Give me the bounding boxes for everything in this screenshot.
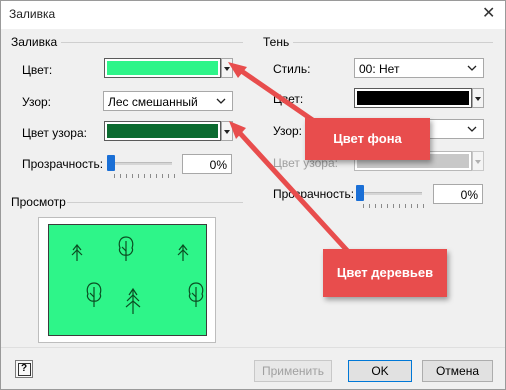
fill-pattern-value: Лес смешанный	[108, 95, 198, 109]
close-icon[interactable]: ✕	[482, 6, 495, 22]
shadow-transparency-slider-thumb[interactable]	[356, 185, 364, 201]
chevron-down-icon	[475, 97, 481, 101]
fill-pattern-label: Узор:	[22, 95, 51, 109]
slider-tick	[168, 174, 169, 178]
forest-pattern	[71, 236, 204, 314]
preview-canvas	[48, 224, 207, 336]
slider-tick	[399, 204, 400, 208]
slider-tick	[138, 174, 139, 178]
preview-section-title: Просмотр	[11, 195, 66, 209]
fill-pattern-color-picker[interactable]	[104, 121, 233, 141]
fill-dialog: Заливка ✕ Заливка Цвет: Узор: Лес смешан…	[0, 0, 506, 390]
slider-tick	[405, 204, 406, 208]
fill-color-swatch-frame	[104, 58, 221, 78]
shadow-pattern-label: Узор:	[273, 124, 302, 138]
fill-transparency-label: Прозрачность:	[22, 157, 104, 171]
shadow-color-swatch-frame	[354, 88, 472, 108]
fill-pattern-color-label: Цвет узора:	[22, 126, 87, 140]
slider-tick	[144, 174, 145, 178]
fill-color-swatch	[107, 61, 218, 75]
conifer-tree-icon	[177, 244, 189, 261]
conifer-tree-icon	[125, 287, 141, 314]
fill-pattern-color-swatch	[107, 124, 218, 138]
chevron-down-icon	[467, 126, 477, 132]
chevron-down-icon	[224, 130, 230, 134]
slider-tick	[156, 174, 157, 178]
slider-tick	[132, 174, 133, 178]
slider-tick	[120, 174, 121, 178]
slider-tick	[423, 204, 424, 208]
fill-section-divider	[61, 42, 243, 43]
shadow-transparency-track	[359, 192, 422, 195]
footer-divider	[1, 347, 505, 348]
deciduous-tree-icon	[86, 282, 102, 307]
apply-button[interactable]: Применить	[254, 360, 332, 382]
fill-section-title: Заливка	[11, 35, 58, 49]
help-icon: ?	[17, 363, 31, 376]
slider-tick	[363, 204, 364, 208]
fill-transparency-slider-thumb[interactable]	[107, 155, 115, 171]
shadow-style-label: Стиль:	[273, 62, 311, 76]
shadow-transparency-ticks	[363, 204, 424, 209]
shadow-style-value: 00: Нет	[359, 62, 400, 76]
fill-pattern-color-dropdown-button[interactable]	[221, 121, 233, 141]
fill-transparency-ticks	[114, 174, 175, 179]
shadow-color-picker[interactable]	[354, 88, 484, 108]
fill-color-dropdown-button[interactable]	[221, 58, 233, 78]
shadow-transparency-label: Прозрачность:	[273, 187, 355, 201]
title-bar: Заливка ✕	[1, 1, 505, 29]
shadow-section-divider	[293, 42, 493, 43]
fill-transparency-input[interactable]: 0%	[182, 154, 232, 174]
chevron-down-icon	[467, 65, 477, 71]
shadow-color-dropdown-button[interactable]	[472, 88, 484, 108]
fill-color-picker[interactable]	[104, 58, 233, 78]
cancel-button[interactable]: Отмена	[422, 360, 493, 382]
shadow-color-label: Цвет:	[273, 92, 304, 106]
chevron-down-icon	[216, 98, 226, 104]
chevron-down-icon	[224, 67, 230, 71]
fill-pattern-select[interactable]: Лес смешанный	[103, 91, 233, 111]
shadow-color-swatch	[357, 91, 469, 105]
slider-tick	[417, 204, 418, 208]
slider-tick	[114, 174, 115, 178]
slider-tick	[387, 204, 388, 208]
shadow-section-title: Тень	[263, 35, 290, 49]
slider-tick	[375, 204, 376, 208]
chevron-down-icon	[475, 160, 481, 164]
slider-tick	[411, 204, 412, 208]
callout-background-color: Цвет фона	[305, 118, 430, 160]
slider-tick	[174, 174, 175, 178]
shadow-pattern-color-dropdown-button	[472, 151, 484, 171]
preview-frame	[38, 217, 216, 343]
slider-tick	[126, 174, 127, 178]
slider-tick	[381, 204, 382, 208]
shadow-style-select[interactable]: 00: Нет	[354, 58, 484, 78]
fill-pattern-color-swatch-frame	[104, 121, 221, 141]
fill-color-label: Цвет:	[22, 63, 53, 77]
callout-tree-color: Цвет деревьев	[323, 249, 447, 297]
deciduous-tree-icon	[188, 282, 204, 307]
slider-tick	[369, 204, 370, 208]
slider-tick	[150, 174, 151, 178]
deciduous-tree-icon	[118, 236, 134, 261]
slider-tick	[393, 204, 394, 208]
shadow-transparency-input[interactable]: 0%	[433, 184, 483, 204]
slider-tick	[162, 174, 163, 178]
conifer-tree-icon	[71, 244, 83, 261]
preview-section-divider	[67, 202, 243, 203]
window-title: Заливка	[9, 7, 56, 21]
help-button[interactable]: ?	[15, 360, 33, 378]
ok-button[interactable]: OK	[348, 360, 412, 382]
fill-transparency-track	[110, 162, 172, 165]
